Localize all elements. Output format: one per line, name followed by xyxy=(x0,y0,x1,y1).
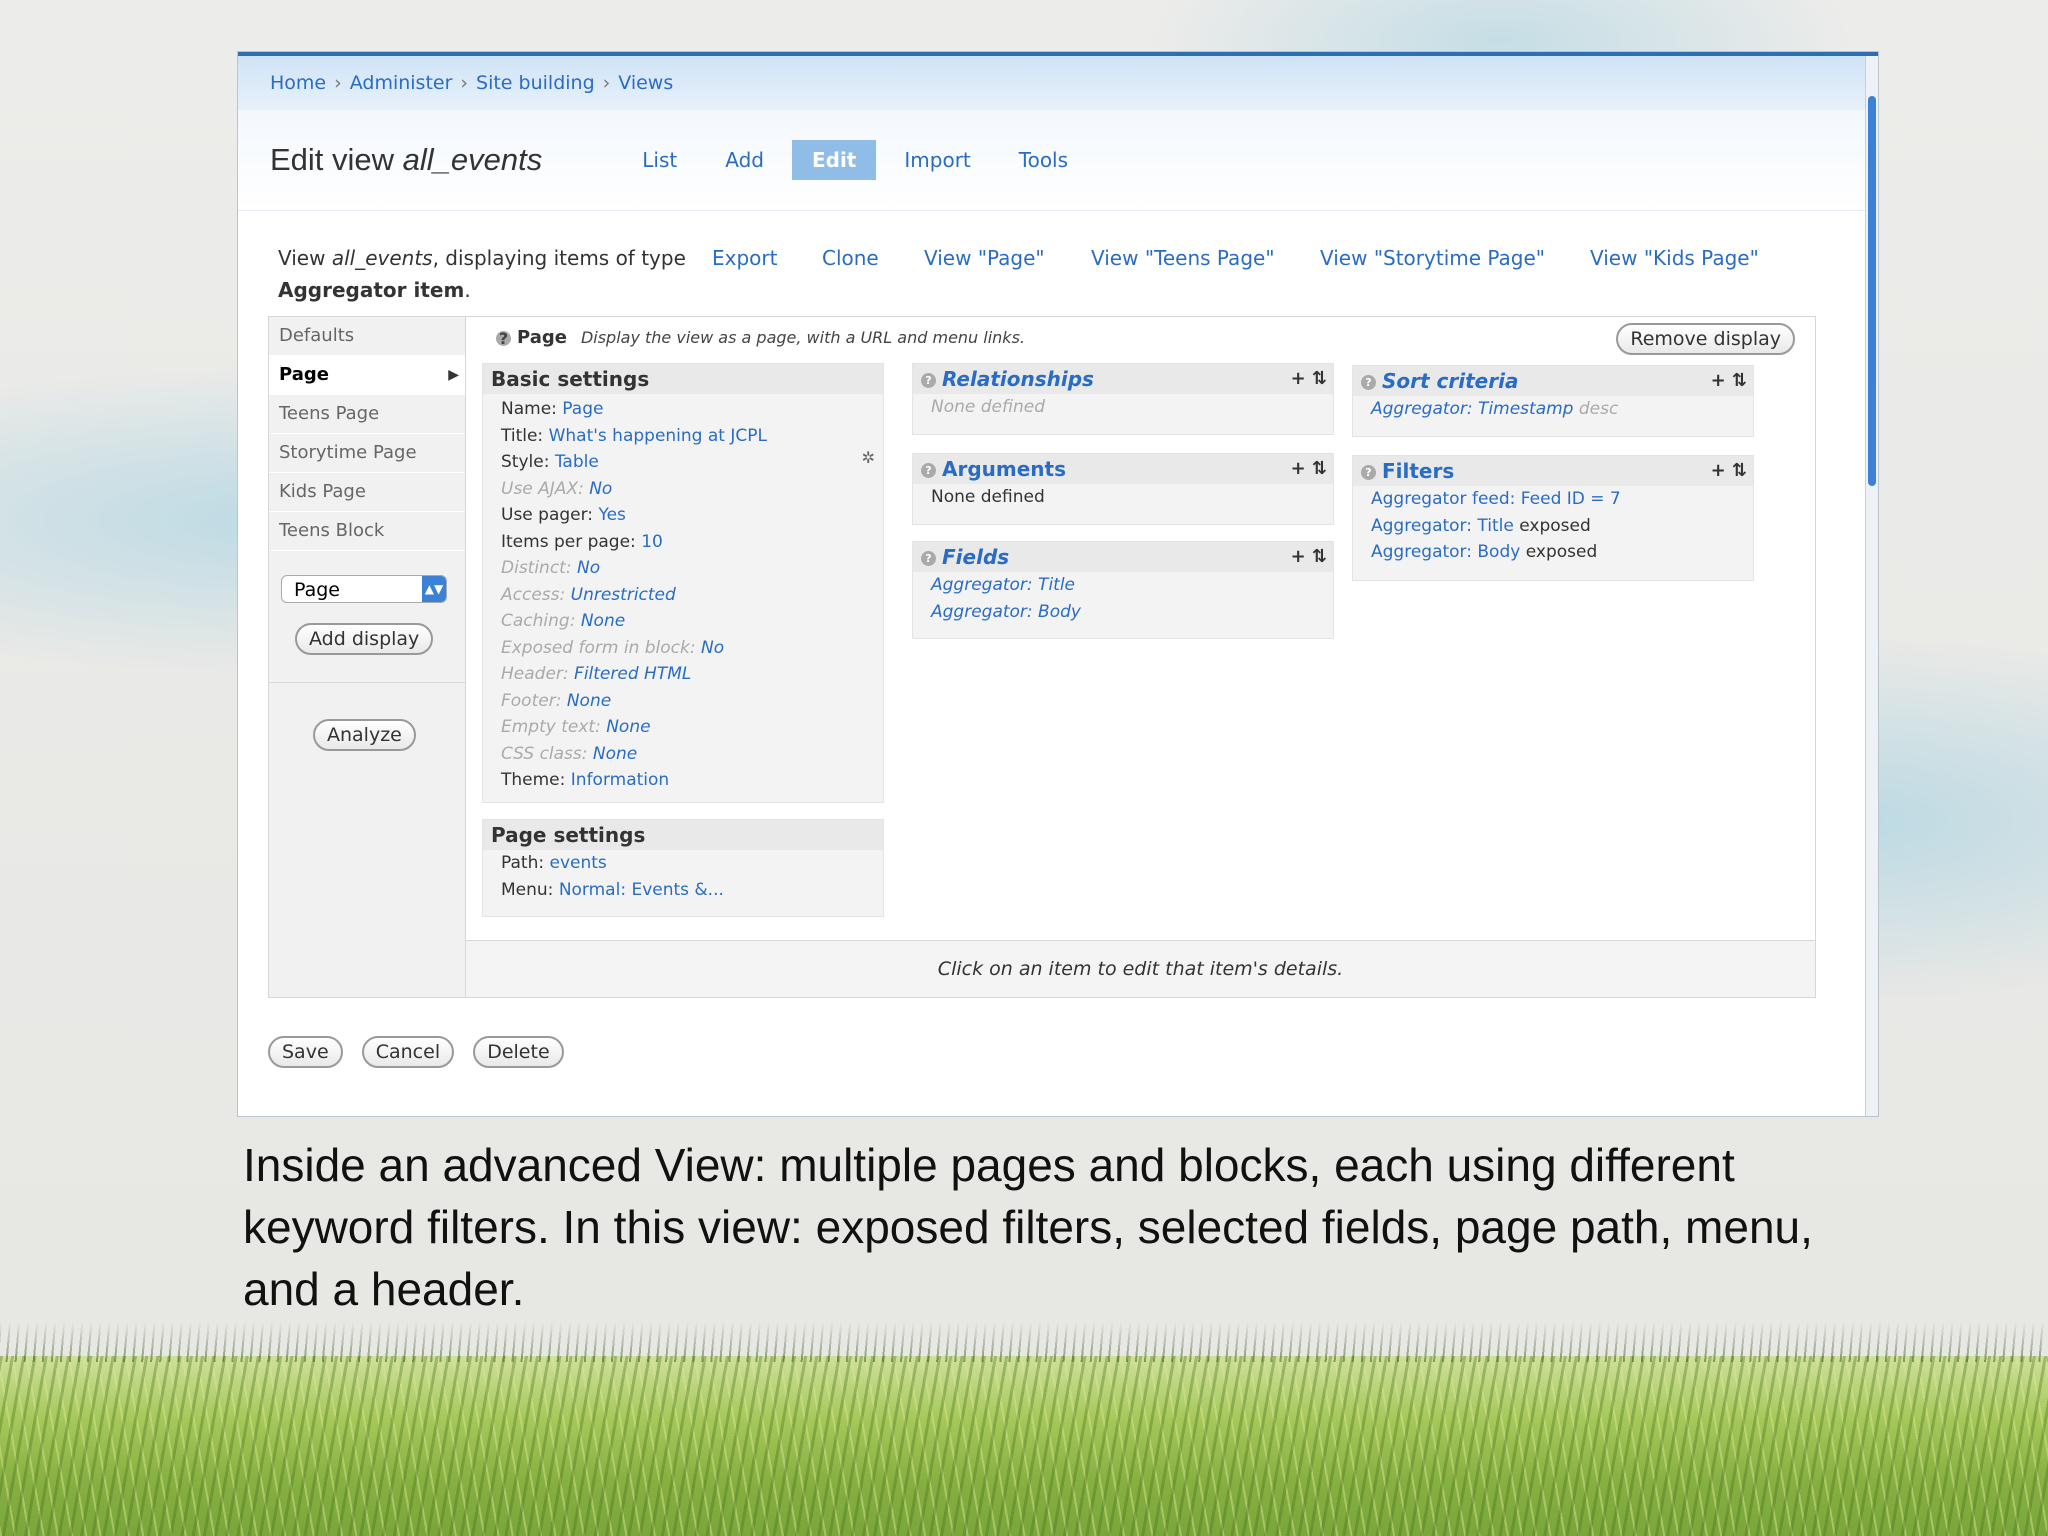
help-icon: ? xyxy=(1361,465,1376,480)
display-item-page[interactable]: Page xyxy=(269,356,465,395)
setting-row[interactable]: Exposed form in block: No xyxy=(483,635,883,662)
arguments-box: ? Arguments + ⇅ None defined xyxy=(912,453,1334,525)
analyze-button[interactable]: Analyze xyxy=(313,719,416,751)
breadcrumb-home[interactable]: Home xyxy=(270,72,326,94)
save-button[interactable]: Save xyxy=(268,1036,343,1068)
setting-row[interactable]: Caching: None xyxy=(483,608,883,635)
arguments-title[interactable]: Arguments xyxy=(942,457,1066,481)
display-item-kids-page[interactable]: Kids Page xyxy=(269,473,465,512)
relationships-box: ? Relationships + ⇅ None defined xyxy=(912,363,1334,435)
tab-list[interactable]: List xyxy=(622,140,697,180)
relationships-empty: None defined xyxy=(931,397,1046,417)
setting-row[interactable]: Header: Filtered HTML xyxy=(483,661,883,688)
tab-edit[interactable]: Edit xyxy=(791,140,877,180)
delete-button[interactable]: Delete xyxy=(473,1036,564,1068)
slide-caption: Inside an advanced View: multiple pages … xyxy=(243,1139,1813,1315)
help-icon: ? xyxy=(921,373,936,388)
add-display-button[interactable]: Add display xyxy=(295,623,434,655)
page-settings-title: Page settings xyxy=(483,820,883,850)
tab-tools[interactable]: Tools xyxy=(999,140,1088,180)
sort-criteria-title[interactable]: Sort criteria xyxy=(1382,369,1518,393)
scrollbar[interactable] xyxy=(1865,56,1878,1116)
cancel-button[interactable]: Cancel xyxy=(361,1036,455,1068)
fields-title[interactable]: Fields xyxy=(942,545,1009,569)
help-icon: ? xyxy=(921,551,936,566)
view-teens-page-link[interactable]: View "Teens Page" xyxy=(1091,246,1275,270)
setting-row[interactable]: Empty text: None xyxy=(483,714,883,741)
help-icon: ? xyxy=(921,463,936,478)
filter-item[interactable]: Aggregator: Body exposed xyxy=(1353,539,1753,566)
title-bar: Edit view all_events List Add Edit Impor… xyxy=(238,110,1878,211)
display-type-select[interactable]: Page ▲▼ xyxy=(281,575,447,603)
tab-import[interactable]: Import xyxy=(884,140,990,180)
page-title: Edit view all_events xyxy=(270,142,543,177)
setting-row[interactable]: Use AJAX: No xyxy=(483,476,883,503)
setting-row[interactable]: Name: Page xyxy=(483,396,883,423)
setting-path[interactable]: Path: events xyxy=(483,850,883,877)
help-icon: ? xyxy=(1361,375,1376,390)
filters-box: ? Filters + ⇅ Aggregator feed: Feed ID = 7… xyxy=(1352,455,1754,581)
clone-link[interactable]: Clone xyxy=(822,246,879,270)
export-link[interactable]: Export xyxy=(712,246,777,270)
display-item-defaults[interactable]: Defaults xyxy=(269,317,465,356)
view-kids-page-link[interactable]: View "Kids Page" xyxy=(1590,246,1759,270)
arguments-empty: None defined xyxy=(931,487,1045,507)
footer-hint: Click on an item to edit that item's det… xyxy=(466,940,1815,997)
page-settings-box: Page settings Path: events Menu: Normal:… xyxy=(482,819,884,917)
display-item-teens-block[interactable]: Teens Block xyxy=(269,512,465,551)
gear-icon[interactable]: ✲ xyxy=(862,448,875,467)
display-header: ? Page Display the view as a page, with a … xyxy=(482,327,1025,348)
form-buttons: Save Cancel Delete xyxy=(268,1036,578,1068)
tab-add[interactable]: Add xyxy=(705,140,784,180)
setting-row[interactable]: Title: What's happening at JCPL xyxy=(483,423,883,450)
sort-item[interactable]: Aggregator: Timestamp desc xyxy=(1353,396,1753,423)
setting-row[interactable]: CSS class: None xyxy=(483,741,883,768)
view-info: View all_events, displaying items of typ… xyxy=(278,246,686,302)
add-rearrange-icons[interactable]: + ⇅ xyxy=(1711,366,1747,396)
filter-item[interactable]: Aggregator feed: Feed ID = 7 xyxy=(1353,486,1753,513)
add-rearrange-icons[interactable]: + ⇅ xyxy=(1291,542,1327,572)
filters-title[interactable]: Filters xyxy=(1382,459,1454,483)
fields-box: ? Fields + ⇅ Aggregator: Title Aggregator:… xyxy=(912,541,1334,639)
setting-row[interactable]: Use pager: Yes xyxy=(483,502,883,529)
grass-background xyxy=(0,1356,2048,1536)
display-panel: Defaults Page Teens Page Storytime Page … xyxy=(268,316,1816,998)
help-icon: ? xyxy=(496,330,511,346)
add-rearrange-icons[interactable]: + ⇅ xyxy=(1291,364,1327,394)
setting-row[interactable]: Style: Table xyxy=(483,449,883,476)
select-arrows-icon: ▲▼ xyxy=(422,576,446,602)
breadcrumb-administer[interactable]: Administer xyxy=(350,72,453,94)
setting-row[interactable]: Footer: None xyxy=(483,688,883,715)
views-screenshot: Home › Administer › Site building › Views E… xyxy=(238,52,1878,1116)
field-item[interactable]: Aggregator: Body xyxy=(913,599,1333,626)
filter-item[interactable]: Aggregator: Title exposed xyxy=(1353,513,1753,540)
setting-row[interactable]: Items per page: 10 xyxy=(483,529,883,556)
view-page-link[interactable]: View "Page" xyxy=(924,246,1045,270)
sort-criteria-box: ? Sort criteria + ⇅ Aggregator: Timestamp … xyxy=(1352,365,1754,437)
add-rearrange-icons[interactable]: + ⇅ xyxy=(1291,454,1327,484)
add-rearrange-icons[interactable]: + ⇅ xyxy=(1711,456,1747,486)
field-item[interactable]: Aggregator: Title xyxy=(913,572,1333,599)
setting-row[interactable]: Theme: Information xyxy=(483,767,883,794)
breadcrumb: Home › Administer › Site building › Views xyxy=(238,56,1878,110)
display-main: ? Page Display the view as a page, with a … xyxy=(466,317,1815,997)
view-storytime-page-link[interactable]: View "Storytime Page" xyxy=(1320,246,1545,270)
display-item-storytime-page[interactable]: Storytime Page xyxy=(269,434,465,473)
breadcrumb-views[interactable]: Views xyxy=(618,72,673,94)
breadcrumb-site-building[interactable]: Site building xyxy=(476,72,595,94)
setting-row[interactable]: Distinct: No xyxy=(483,555,883,582)
basic-settings-title: Basic settings xyxy=(483,364,883,394)
setting-menu[interactable]: Menu: Normal: Events &... xyxy=(483,877,883,904)
relationships-title[interactable]: Relationships xyxy=(942,367,1094,391)
display-item-teens-page[interactable]: Teens Page xyxy=(269,395,465,434)
remove-display-button[interactable]: Remove display xyxy=(1616,323,1795,355)
display-sidebar: Defaults Page Teens Page Storytime Page … xyxy=(269,317,466,997)
basic-settings-box: Basic settings ✲ Name: Page Title: What's… xyxy=(482,363,884,803)
setting-row[interactable]: Access: Unrestricted xyxy=(483,582,883,609)
